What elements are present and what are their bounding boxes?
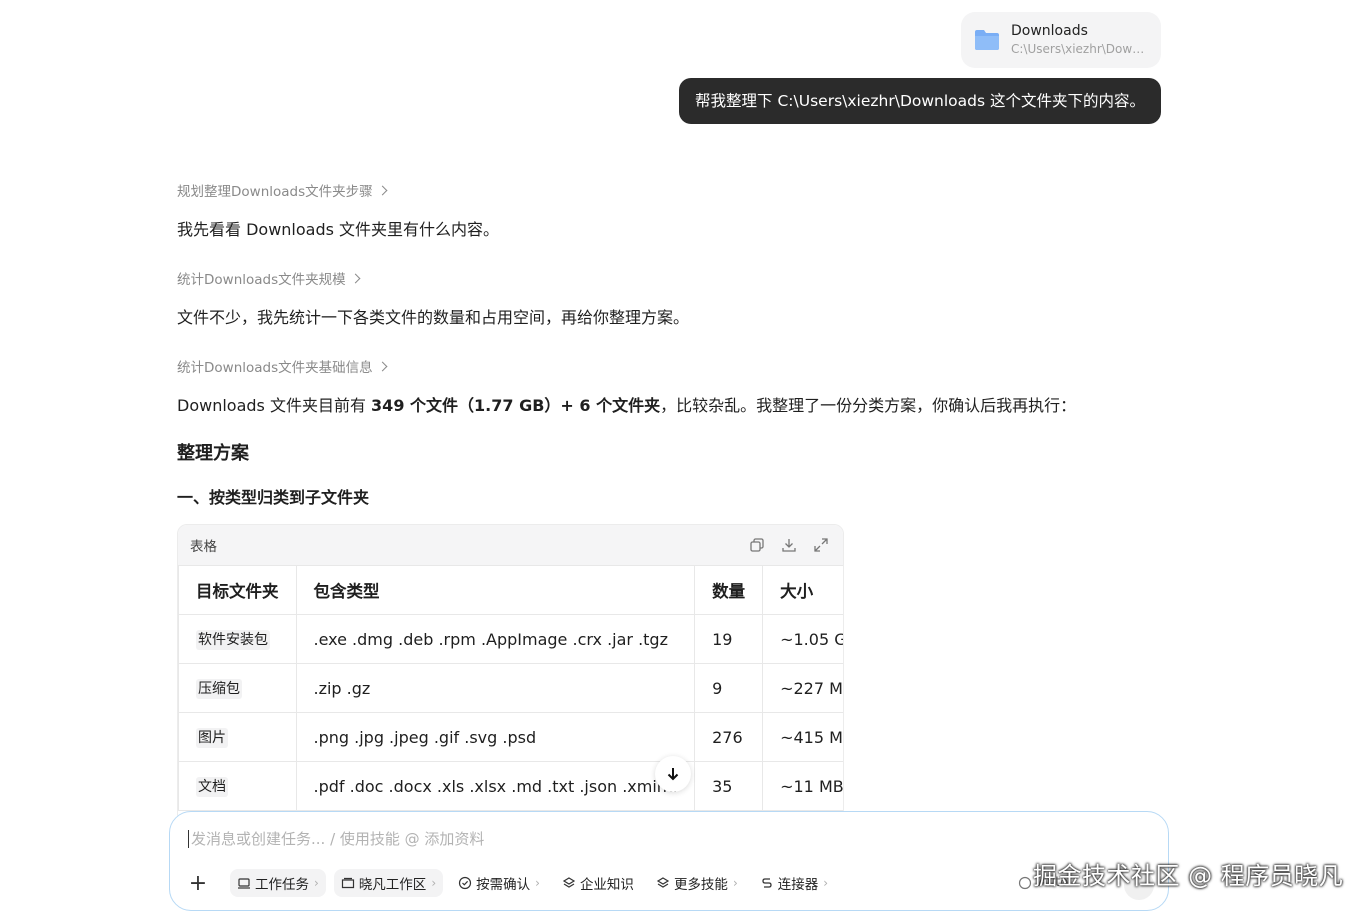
table-cell: .pdf .doc .docx .xls .xlsx .md .txt .jso… — [295, 761, 696, 811]
assistant-paragraph: 文件不少，我先统计一下各类文件的数量和占用空间，再给你整理方案。 — [177, 308, 690, 327]
confirm-mode-chip[interactable]: 按需确认 › — [451, 869, 547, 897]
watermark: 掘金技术社区 @ 程序员晓凡 — [1033, 862, 1344, 890]
plan-heading: 整理方案 — [177, 443, 249, 464]
table-cell: ~415 MB — [762, 712, 843, 762]
table-cell: 19 — [694, 614, 764, 664]
chevron-right-icon — [377, 185, 388, 195]
plan-subheading: 一、按类型归类到子文件夹 — [177, 488, 370, 507]
attachment-card[interactable]: Downloads C:\Users\xiezhr\Downl... — [961, 12, 1161, 68]
assistant-summary: Downloads 文件夹目前有 349 个文件（1.77 GB）+ 6 个文件… — [177, 396, 1077, 415]
step-toggle-plan[interactable]: 规划整理Downloads文件夹步骤 — [177, 180, 388, 200]
expand-icon[interactable] — [813, 537, 829, 553]
table-cell: 35 — [694, 761, 764, 811]
attachment-name: Downloads — [1011, 23, 1088, 39]
chevron-right-icon — [377, 361, 388, 371]
more-skills-chip[interactable]: 更多技能 › — [649, 869, 745, 897]
model-icon — [1018, 876, 1032, 889]
table-cell: .exe .dmg .deb .rpm .AppImage .crx .jar … — [295, 614, 696, 664]
step-label: 规划整理Downloads文件夹步骤 — [177, 184, 373, 200]
chevron-right-icon: › — [732, 876, 738, 890]
column-header: 大小 — [762, 565, 843, 615]
step-toggle-scale[interactable]: 统计Downloads文件夹规模 — [177, 268, 361, 288]
table-cell: ~1.05 GB — [762, 614, 843, 664]
column-header: 数量 — [694, 565, 764, 615]
table-cell: ~11 MB — [762, 761, 843, 811]
chevron-right-icon: › — [823, 876, 829, 890]
connector-chip[interactable]: 连接器 › — [753, 869, 835, 897]
table-card: 表格 目标文件夹 包含类型 数量 大小 软件安装包 .exe .dmg .deb… — [177, 524, 844, 824]
knowledge-chip[interactable]: 企业知识 — [555, 869, 641, 897]
chevron-right-icon: › — [314, 876, 319, 890]
attachment-path: C:\Users\xiezhr\Downl... — [1011, 42, 1151, 56]
chevron-right-icon: › — [431, 876, 437, 890]
table-cell: 图片 — [178, 712, 297, 762]
work-task-chip[interactable]: 工作任务 › — [230, 869, 326, 897]
chevron-right-icon: › — [535, 876, 540, 890]
table-row: 压缩包 .zip .gz 9 ~227 MB — [178, 663, 843, 713]
table-cell: 文档 — [178, 761, 297, 811]
workspace-chip[interactable]: 晓凡工作区 › — [333, 869, 444, 897]
table-cell: 压缩包 — [178, 663, 297, 713]
table-header-bar: 表格 — [178, 525, 843, 565]
table-cell: 9 — [694, 663, 764, 713]
copy-icon[interactable] — [749, 537, 765, 553]
scroll-to-bottom-button[interactable] — [655, 756, 691, 792]
user-message: 帮我整理下 C:\Users\xiezhr\Downloads 这个文件夹下的内… — [679, 78, 1161, 124]
table-row: 文档 .pdf .doc .docx .xls .xlsx .md .txt .… — [178, 761, 843, 811]
download-icon[interactable] — [781, 537, 797, 553]
folder-outline-icon — [341, 877, 354, 889]
add-button[interactable]: + — [184, 869, 212, 897]
table-row: 图片 .png .jpg .jpeg .gif .svg .psd 276 ~4… — [178, 712, 843, 762]
table-cell: 软件安装包 — [178, 614, 297, 664]
message-input[interactable] — [188, 830, 888, 848]
layers-icon — [656, 877, 670, 888]
table-cell: .png .jpg .jpeg .gif .svg .psd — [295, 712, 696, 762]
plus-icon: + — [188, 870, 208, 896]
column-header: 目标文件夹 — [178, 565, 297, 615]
table-row: 软件安装包 .exe .dmg .deb .rpm .AppImage .crx… — [178, 614, 843, 664]
table-cell: ~227 MB — [762, 663, 843, 713]
message-composer: + 工作任务› 晓凡工作区› 按需确认› 企业知识 更多技能› 连接器› Aut… — [169, 811, 1169, 911]
table-cell: .zip .gz — [295, 663, 696, 713]
assistant-paragraph: 我先看看 Downloads 文件夹里有什么内容。 — [177, 220, 500, 239]
table-cell: 276 — [694, 712, 764, 762]
composer-toolbar: + 工作任务 › 晓凡工作区 › 按需确认 › 企业知识 更多技能 › 连接器 › — [184, 869, 835, 897]
chevron-right-icon — [350, 273, 361, 283]
connector-icon — [762, 878, 772, 888]
arrow-down-icon — [667, 768, 679, 781]
folder-icon — [975, 30, 999, 50]
step-label: 统计Downloads文件夹基础信息 — [177, 360, 373, 376]
check-circle-icon — [459, 876, 472, 890]
data-table: 目标文件夹 包含类型 数量 大小 软件安装包 .exe .dmg .deb .r… — [178, 565, 843, 811]
layers-icon — [562, 877, 576, 888]
table-header-row: 目标文件夹 包含类型 数量 大小 — [178, 565, 843, 615]
table-label: 表格 — [190, 539, 217, 555]
column-header: 包含类型 — [295, 565, 696, 615]
laptop-icon — [238, 878, 250, 889]
step-label: 统计Downloads文件夹规模 — [177, 272, 346, 288]
step-toggle-info[interactable]: 统计Downloads文件夹基础信息 — [177, 356, 388, 376]
